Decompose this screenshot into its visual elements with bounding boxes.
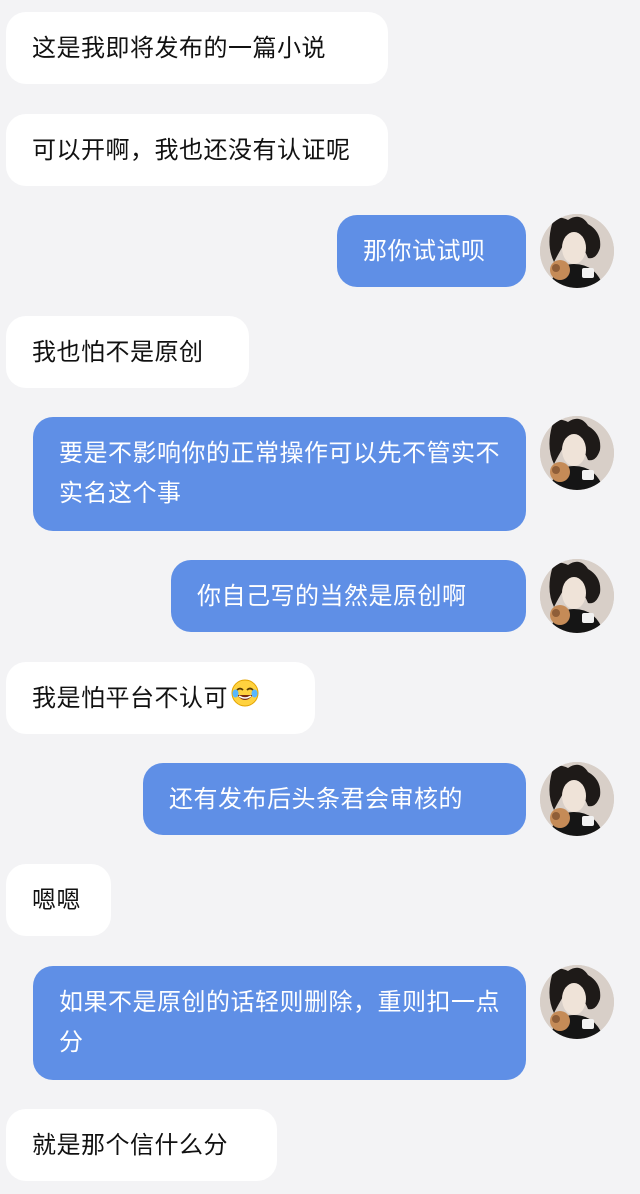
message-text: 就是那个信什么分 [32,1131,228,1159]
outgoing-message-bubble[interactable]: 还有发布后头条君会审核的 [143,763,526,835]
face-with-tears-of-joy-emoji-icon [230,678,260,720]
incoming-message-bubble[interactable]: 就是那个信什么分 [6,1109,277,1181]
incoming-message-bubble[interactable]: 嗯嗯 [6,864,111,936]
incoming-message-bubble[interactable]: 可以开啊，我也还没有认证呢 [6,114,388,186]
outgoing-message-bubble[interactable]: 那你试试呗 [337,215,526,287]
outgoing-message-bubble[interactable]: 你自己写的当然是原创啊 [171,560,526,632]
message-text: 我是怕平台不认可 [32,684,228,712]
user-avatar-icon[interactable] [540,762,614,836]
user-avatar-icon[interactable] [540,965,614,1039]
user-avatar-icon[interactable] [540,559,614,633]
outgoing-message-bubble[interactable]: 如果不是原创的话轻则删除，重则扣一点分 [33,966,526,1080]
incoming-message-bubble[interactable]: 这是我即将发布的一篇小说 [6,12,388,84]
message-text: 还有发布后头条君会审核的 [169,785,463,813]
message-text: 你自己写的当然是原创啊 [197,582,467,610]
incoming-message-bubble[interactable]: 我是怕平台不认可 [6,662,315,734]
user-avatar-icon[interactable] [540,416,614,490]
message-text: 嗯嗯 [32,886,81,914]
incoming-message-bubble[interactable]: 我也怕不是原创 [6,316,249,388]
outgoing-message-bubble[interactable]: 要是不影响你的正常操作可以先不管实不实名这个事 [33,417,526,531]
message-text: 如果不是原创的话轻则删除，重则扣一点分 [59,988,500,1056]
chat-conversation: 这是我即将发布的一篇小说 可以开啊，我也还没有认证呢 那你试试呗 我也怕不是原创… [0,0,640,1194]
message-text: 可以开啊，我也还没有认证呢 [32,136,351,164]
message-text: 那你试试呗 [363,237,486,265]
message-text: 我也怕不是原创 [32,338,204,366]
user-avatar-icon[interactable] [540,214,614,288]
message-text: 要是不影响你的正常操作可以先不管实不实名这个事 [59,439,500,507]
message-text: 这是我即将发布的一篇小说 [32,34,326,62]
